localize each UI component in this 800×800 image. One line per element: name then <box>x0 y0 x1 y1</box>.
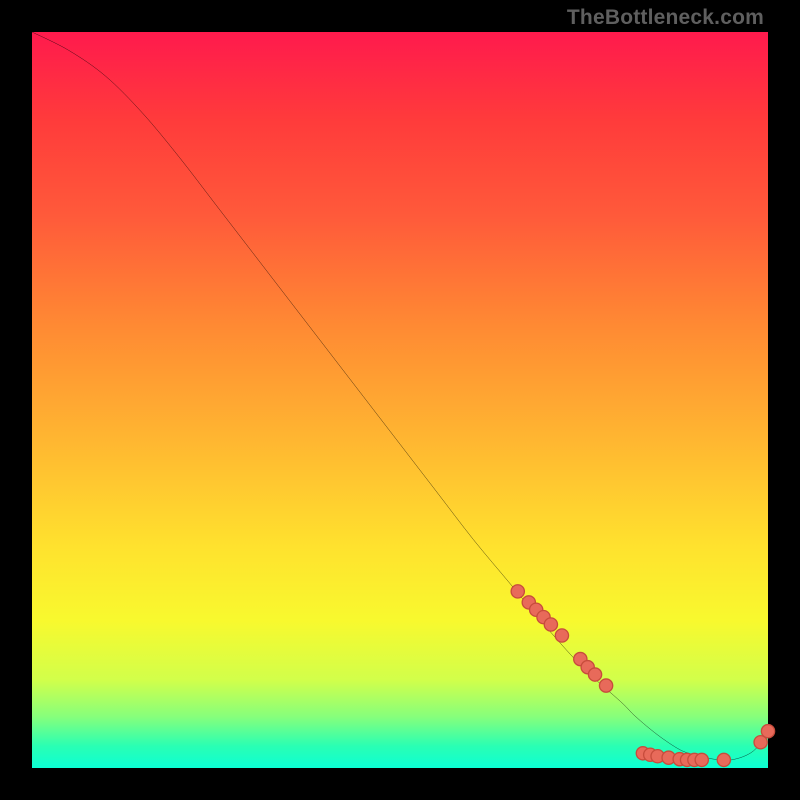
data-marker <box>588 668 601 681</box>
attribution-text: TheBottleneck.com <box>567 6 764 30</box>
data-marker <box>511 585 524 598</box>
bottleneck-curve <box>32 32 768 760</box>
curve-layer <box>32 32 768 768</box>
data-marker <box>761 725 774 738</box>
chart-frame: TheBottleneck.com <box>0 0 800 800</box>
data-marker <box>599 679 612 692</box>
plot-area <box>32 32 768 768</box>
data-marker <box>717 753 730 766</box>
data-marker <box>695 753 708 766</box>
data-marker <box>555 629 568 642</box>
data-marker <box>544 618 557 631</box>
data-markers <box>511 585 774 767</box>
